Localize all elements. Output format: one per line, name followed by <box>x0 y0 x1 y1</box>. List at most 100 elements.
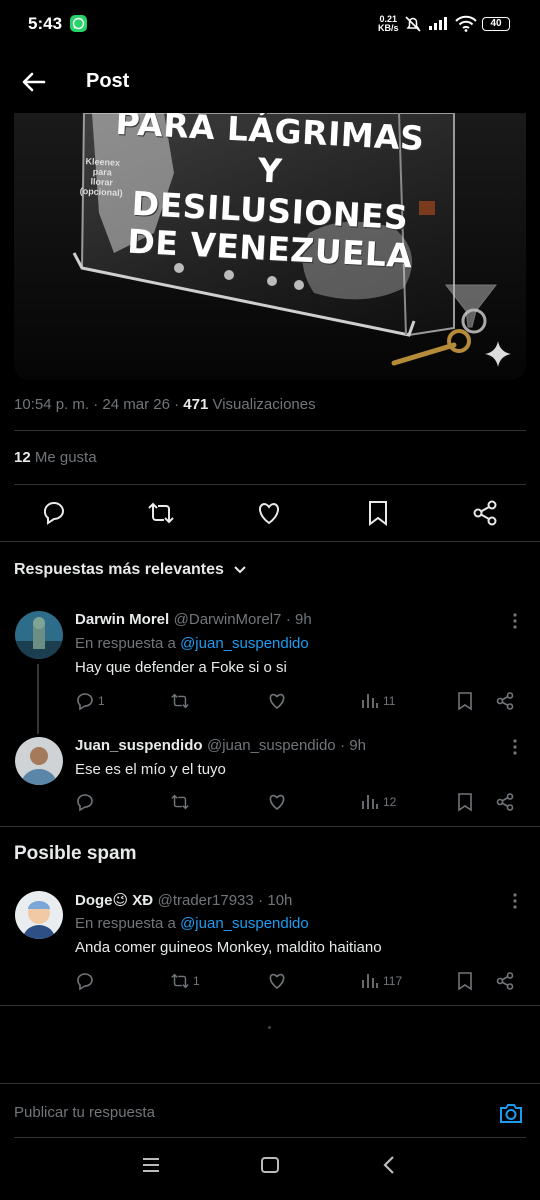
divider <box>14 484 526 485</box>
bookmark-icon[interactable] <box>364 499 392 527</box>
replying-to-link[interactable]: @juan_suspendido <box>180 635 309 652</box>
reply-author-handle[interactable]: @trader17933 <box>158 892 254 909</box>
battery-icon: 40 <box>482 17 510 31</box>
avatar[interactable] <box>15 737 63 785</box>
share-icon[interactable] <box>495 971 515 991</box>
recent-apps-icon[interactable] <box>136 1150 166 1180</box>
bookmark-icon[interactable] <box>455 691 475 711</box>
repost-icon[interactable] <box>147 499 175 527</box>
network-speed: 0.21 KB/s <box>378 15 399 33</box>
reply-text: Hay que defender a Foke si o si <box>75 659 287 676</box>
reply-views-button[interactable]: 117 <box>360 971 402 991</box>
divider <box>0 1005 540 1006</box>
share-icon[interactable] <box>495 792 515 812</box>
reply-like-button[interactable] <box>267 792 287 812</box>
back-arrow-icon[interactable] <box>20 68 48 96</box>
spam-section-title: Posible spam <box>14 843 137 864</box>
views-count: 117 <box>383 974 403 988</box>
reply-repost-button[interactable] <box>170 792 193 812</box>
sparkle-icon <box>484 340 512 368</box>
reply-text: Anda comer guineos Monkey, maldito haiti… <box>75 939 382 956</box>
post-time: 10:54 p. m. <box>14 396 90 413</box>
share-icon[interactable] <box>495 691 515 711</box>
reply-like-button[interactable] <box>267 691 287 711</box>
like-heart-icon <box>269 794 285 811</box>
status-bar: 5:43 0.21 KB/s 40 <box>0 0 540 50</box>
reply-reply-button[interactable] <box>75 971 98 991</box>
reply-time: · 10h <box>258 892 293 909</box>
like-heart-icon <box>269 973 285 990</box>
reply-reply-button[interactable]: 1 <box>75 691 105 711</box>
likes-label: Me gusta <box>34 449 97 466</box>
more-options-icon[interactable] <box>505 611 525 631</box>
reply-time: · 9h <box>285 611 312 628</box>
silent-mode-icon <box>404 15 422 33</box>
bookmark-icon[interactable] <box>455 971 475 991</box>
replying-to: En respuesta a @juan_suspendido <box>75 915 309 932</box>
repost-icon <box>171 973 189 989</box>
more-options-icon[interactable] <box>505 737 525 757</box>
divider <box>14 1137 526 1138</box>
views-label: Visualizaciones <box>212 396 316 413</box>
reply-time: · 9h <box>340 737 366 754</box>
post-timestamp: 10:54 p. m. · 24 mar 26 · 471 Visualizac… <box>14 396 316 413</box>
post-image[interactable]: Kleenex para llorar (opcional) PARA LÁGR… <box>14 113 526 380</box>
reply-author-name[interactable]: Darwin Morel <box>75 611 169 628</box>
post-date: 24 mar 26 <box>102 396 170 413</box>
like-heart-icon[interactable] <box>255 499 283 527</box>
reply-header: Juan_suspendido @juan_suspendido · 9h <box>75 737 366 755</box>
reply-like-button[interactable] <box>267 971 287 991</box>
replying-to-link[interactable]: @juan_suspendido <box>180 915 309 932</box>
views-count: 12 <box>383 795 397 809</box>
likes-count-row[interactable]: 12 Me gusta <box>14 449 97 466</box>
system-back-icon[interactable] <box>374 1150 404 1180</box>
reply-author-name[interactable]: Juan_suspendido <box>75 737 203 754</box>
status-time: 5:43 <box>28 14 63 33</box>
page-title: Post <box>86 70 130 92</box>
divider <box>14 430 526 431</box>
divider <box>0 826 540 827</box>
reply-views-button[interactable]: 11 <box>360 691 395 711</box>
signal-strength-icon <box>428 15 450 31</box>
sort-label: Respuestas más relevantes <box>14 561 224 578</box>
whatsapp-notification-icon <box>70 15 87 32</box>
replying-to: En respuesta a @juan_suspendido <box>75 635 309 652</box>
reply-repost-button[interactable]: 1 <box>170 971 200 991</box>
repost-icon <box>171 693 189 709</box>
reply-author-name[interactable]: Doge😉 XĐ <box>75 892 153 909</box>
reply-icon <box>77 693 93 711</box>
replying-prefix: En respuesta a <box>75 915 176 932</box>
reply-author-handle[interactable]: @DarwinMorel7 <box>174 611 282 628</box>
loading-dot <box>268 1026 271 1029</box>
wifi-icon <box>455 15 477 32</box>
reply-composer-input[interactable]: Publicar tu respuesta <box>14 1104 155 1121</box>
reply-icon[interactable] <box>40 499 68 527</box>
views-bar-chart-icon <box>362 694 378 708</box>
reply-text: Ese es el mío y el tuyo <box>75 761 226 778</box>
replies-sort-dropdown[interactable]: Respuestas más relevantes <box>14 561 248 579</box>
replying-prefix: En respuesta a <box>75 635 176 652</box>
reply-author-handle[interactable]: @juan_suspendido <box>207 737 336 754</box>
camera-icon[interactable] <box>498 1101 524 1125</box>
views-count: 11 <box>383 694 396 708</box>
repost-count: 1 <box>193 974 200 988</box>
reply-header: Doge😉 XĐ @trader17933 · 10h <box>75 891 292 910</box>
repost-icon <box>171 794 189 810</box>
more-options-icon[interactable] <box>505 891 525 911</box>
avatar[interactable] <box>15 891 63 939</box>
views-bar-chart-icon <box>362 795 378 809</box>
reply-header: Darwin Morel @DarwinMorel7 · 9h <box>75 611 312 629</box>
chevron-down-icon <box>234 566 246 574</box>
reply-icon <box>77 794 93 812</box>
bookmark-icon[interactable] <box>455 792 475 812</box>
reply-views-button[interactable]: 12 <box>360 792 396 812</box>
likes-count: 12 <box>14 449 31 466</box>
like-heart-icon <box>269 693 285 710</box>
reply-reply-button[interactable] <box>75 792 98 812</box>
avatar[interactable] <box>15 611 63 659</box>
reply-repost-button[interactable] <box>170 691 193 711</box>
thread-connector-line <box>37 664 39 734</box>
share-icon[interactable] <box>471 499 499 527</box>
network-speed-unit: KB/s <box>378 23 399 33</box>
home-icon[interactable] <box>255 1150 285 1180</box>
